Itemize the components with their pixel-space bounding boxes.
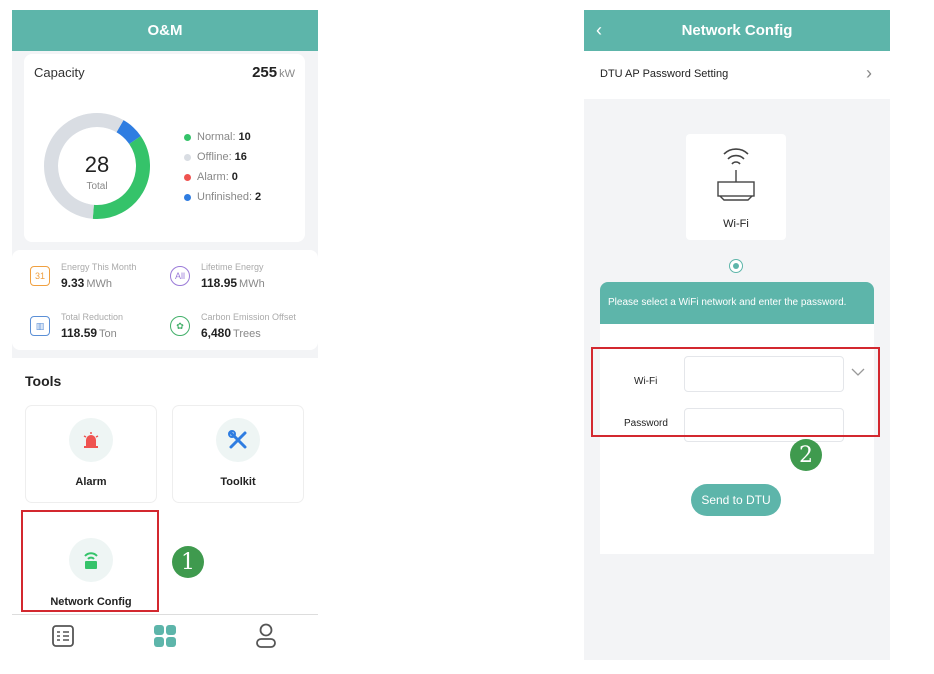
stat-label: Carbon Emission Offset <box>201 312 296 322</box>
page-title: Network Config <box>681 22 793 39</box>
stat-label: Energy This Month <box>61 262 137 272</box>
tool-label: Toolkit <box>220 476 256 488</box>
lifetime-energy-icon: All <box>170 266 190 286</box>
router-wifi-icon <box>717 148 755 201</box>
legend-unfinished: Unfinished: 2 <box>184 187 261 207</box>
capacity-donut: 28 Total <box>44 113 150 219</box>
wifi-mode-radio[interactable] <box>729 259 743 273</box>
send-to-dtu-button[interactable]: Send to DTU <box>691 484 781 516</box>
stat-label: Lifetime Energy <box>201 262 264 272</box>
highlight-box <box>21 510 159 612</box>
instruction-text: Please select a WiFi network and enter t… <box>608 297 847 308</box>
capacity-card[interactable]: Capacity 255 kW 28 Total Normal: 10 Offlin… <box>24 54 305 242</box>
wifi-mode-card[interactable]: Wi-Fi <box>686 134 786 240</box>
wifi-card-label: Wi-Fi <box>723 218 749 230</box>
legend-offline: Offline: 16 <box>184 147 261 167</box>
page-title: O&M <box>12 10 318 51</box>
tree-icon: ✿ <box>170 316 190 336</box>
alarm-tool-button[interactable]: Alarm <box>26 406 156 502</box>
stat-label: Total Reduction <box>61 312 124 322</box>
donut-total: 28 <box>85 152 109 177</box>
alarm-dot <box>184 173 191 181</box>
network-config-screen: ‹ Network Config DTU AP Password Setting… <box>584 10 890 660</box>
back-chevron-left-icon[interactable]: ‹ <box>596 20 602 41</box>
tool-label: Alarm <box>75 476 107 488</box>
stats-panel: 31 Energy This Month 9.33 MWh All Lifetim… <box>12 250 318 350</box>
bottom-nav <box>12 614 318 664</box>
status-legend: Normal: 10 Offline: 16 Alarm: 0 Unfinished:… <box>184 127 261 207</box>
om-screen: O&M Capacity 255 kW 28 Total Normal: 10 Of… <box>12 10 318 664</box>
calendar-icon: 31 <box>30 266 50 286</box>
stat-value: 6,480 Trees <box>201 326 261 340</box>
donut-total-label: Total <box>86 181 107 192</box>
password-setting-label: DTU AP Password Setting <box>600 68 729 80</box>
password-setting-row[interactable]: DTU AP Password Setting › <box>584 51 890 99</box>
unfinished-dot <box>184 193 191 201</box>
capacity-value: 255 kW <box>252 64 295 81</box>
chevron-right-icon: › <box>866 63 872 83</box>
alarm-icon <box>69 418 113 462</box>
legend-alarm: Alarm: 0 <box>184 167 261 187</box>
header: ‹ Network Config <box>584 10 890 51</box>
normal-dot <box>184 133 191 141</box>
nav-tools-icon[interactable] <box>154 625 176 652</box>
toolkit-icon <box>216 418 260 462</box>
step-badge: 1 <box>172 546 204 578</box>
toolkit-tool-button[interactable]: Toolkit <box>173 406 303 502</box>
highlight-box <box>591 347 880 437</box>
step-badge: 2 <box>790 439 822 471</box>
tools-title: Tools <box>25 373 62 389</box>
nav-profile-icon[interactable] <box>255 623 277 654</box>
radio-dot <box>733 263 739 269</box>
legend-normal: Normal: 10 <box>184 127 261 147</box>
stat-value: 9.33 MWh <box>61 276 113 290</box>
offline-dot <box>184 153 191 161</box>
stat-value: 118.59 Ton <box>61 326 117 340</box>
stat-value: 118.95 MWh <box>201 276 265 290</box>
nav-list-icon[interactable] <box>52 625 74 652</box>
capacity-label: Capacity <box>34 65 85 80</box>
instruction-banner: Please select a WiFi network and enter t… <box>600 282 874 324</box>
factory-icon: ▥ <box>30 316 50 336</box>
